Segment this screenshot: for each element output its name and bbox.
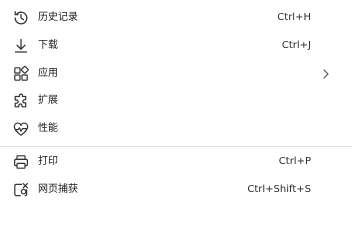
menu-item-history[interactable]: 历史记录 Ctrl+H xyxy=(0,5,352,31)
menu-item-label: 性能 xyxy=(38,123,58,134)
menu-item-print[interactable]: 打印 Ctrl+P xyxy=(0,149,352,175)
menu-item-downloads[interactable]: 下载 Ctrl+J xyxy=(0,33,352,59)
menu-item-label: 网页捕获 xyxy=(38,184,78,195)
menu-item-label: 应用 xyxy=(38,68,58,79)
shortcut-label: Ctrl+H xyxy=(277,12,311,23)
shortcut-label: Ctrl+Shift+S xyxy=(247,184,311,195)
web-capture-icon xyxy=(12,181,30,199)
menu-item-label: 历史记录 xyxy=(38,12,78,23)
history-icon xyxy=(12,9,30,27)
menu-item-label: 扩展 xyxy=(38,95,58,106)
performance-icon xyxy=(12,120,30,138)
apps-icon xyxy=(12,65,30,83)
chevron-right-icon xyxy=(320,68,332,80)
menu-item-label: 下载 xyxy=(38,40,58,51)
shortcut-label: Ctrl+P xyxy=(278,156,311,167)
menu-item-extensions[interactable]: 扩展 xyxy=(0,88,352,114)
extensions-icon xyxy=(12,92,30,110)
menu-item-performance[interactable]: 性能 xyxy=(0,116,352,142)
menu-item-label: 打印 xyxy=(38,156,58,167)
print-icon xyxy=(12,153,30,171)
shortcut-label: Ctrl+J xyxy=(281,40,311,51)
menu-divider xyxy=(0,146,352,147)
browser-menu: 历史记录 Ctrl+H 下载 Ctrl+J 应用 扩展 性能 打印 Ctrl+P… xyxy=(0,0,352,205)
download-icon xyxy=(12,37,30,55)
menu-item-apps[interactable]: 应用 xyxy=(0,61,352,87)
menu-item-web-capture[interactable]: 网页捕获 Ctrl+Shift+S xyxy=(0,177,352,203)
